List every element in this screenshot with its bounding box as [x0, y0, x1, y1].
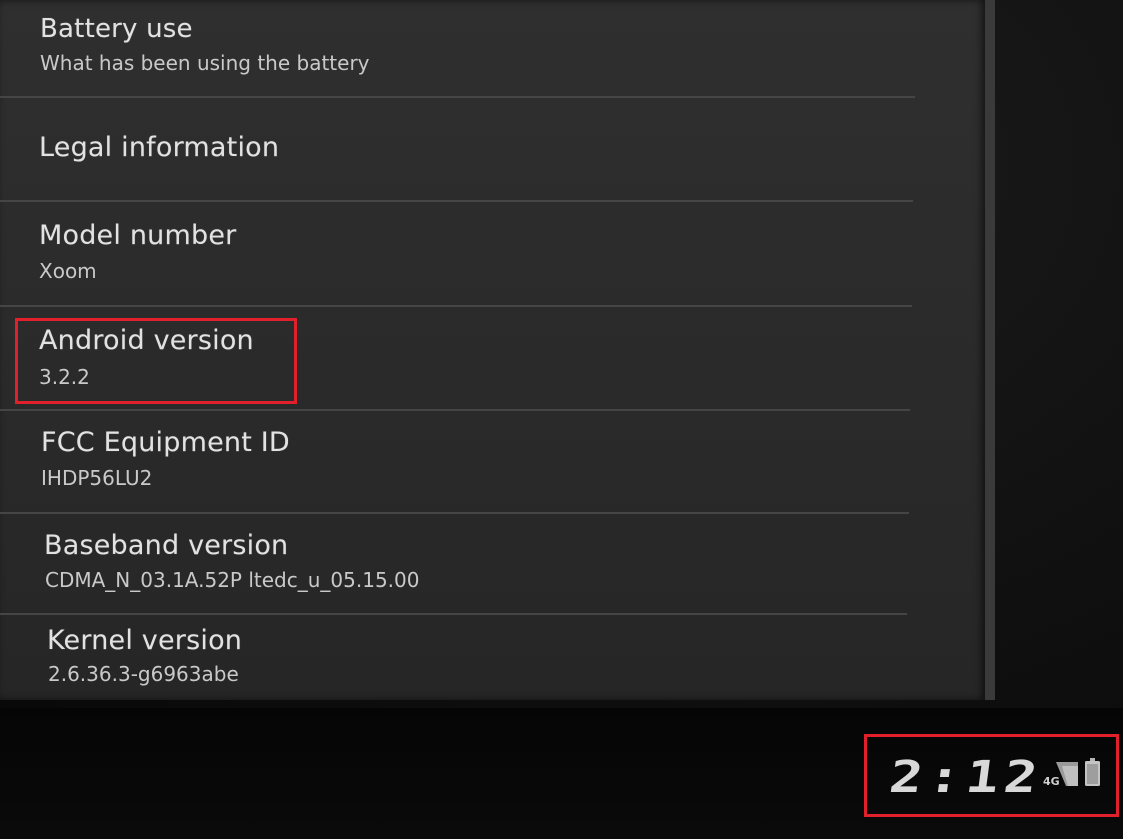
pref-summary: What has been using the battery: [40, 51, 370, 75]
pref-fcc-equipment-id[interactable]: FCC Equipment ID IHDP56LU2: [0, 411, 915, 512]
annotation-box-android-version: [15, 318, 297, 404]
annotation-box-status-bar: [864, 734, 1119, 817]
pref-baseband-version[interactable]: Baseband version CDMA_N_03.1A.52P ltedc_…: [0, 514, 915, 613]
pref-title: Kernel version: [47, 625, 243, 656]
pref-title: Battery use: [40, 14, 193, 44]
pref-kernel-version[interactable]: Kernel version 2.6.36.3-g6963abe: [0, 615, 915, 700]
pref-title: Legal information: [39, 132, 280, 163]
pref-battery-use[interactable]: Battery use What has been using the batt…: [0, 0, 915, 96]
pref-title: FCC Equipment ID: [41, 427, 290, 458]
pref-summary: Xoom: [39, 259, 97, 283]
pref-model-number[interactable]: Model number Xoom: [0, 202, 915, 305]
pref-summary: 2.6.36.3-g6963abe: [48, 662, 239, 686]
pref-summary: IHDP56LU2: [41, 466, 153, 490]
pref-title: Baseband version: [44, 530, 289, 561]
pref-summary: CDMA_N_03.1A.52P ltedc_u_05.15.00: [45, 568, 420, 592]
pref-title: Model number: [39, 220, 237, 251]
device-photo: Battery use What has been using the batt…: [0, 0, 1123, 839]
pref-legal-information[interactable]: Legal information: [0, 98, 915, 200]
